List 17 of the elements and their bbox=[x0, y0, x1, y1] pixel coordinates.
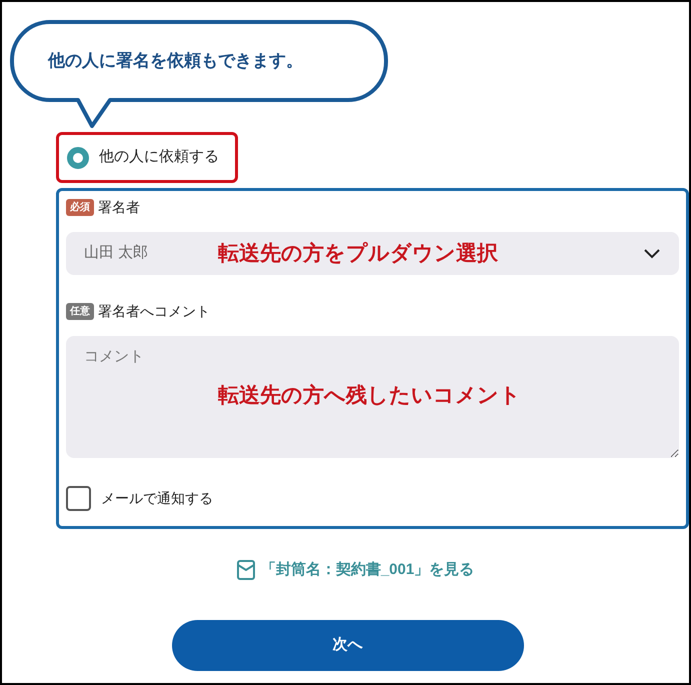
annotation-text: 転送先の方へ残したいコメント bbox=[218, 382, 521, 409]
required-badge: 必須 bbox=[66, 199, 94, 216]
annotation-text: 転送先の方をプルダウン選択 bbox=[218, 240, 498, 267]
next-button[interactable]: 次へ bbox=[172, 620, 524, 670]
field-label: 署名者へコメント bbox=[98, 302, 210, 321]
checkbox-label: メールで通知する bbox=[101, 489, 213, 508]
envelope-link[interactable]: 「封筒名：契約書_001」を見る bbox=[260, 559, 474, 582]
callout-text: 他の人に署名を依頼もできます。 bbox=[48, 50, 303, 72]
checkbox[interactable] bbox=[66, 486, 91, 511]
radio-label: 他の人に依頼する bbox=[99, 147, 219, 168]
signer-select[interactable]: 山田 太郎 転送先の方をプルダウン選択 bbox=[66, 232, 679, 275]
envelope-icon bbox=[236, 560, 255, 580]
field-label: 署名者 bbox=[98, 198, 140, 217]
optional-badge: 任意 bbox=[66, 303, 94, 320]
chevron-down-icon bbox=[643, 248, 661, 260]
select-value: 山田 太郎 bbox=[84, 243, 148, 264]
radio-button[interactable] bbox=[67, 146, 89, 168]
